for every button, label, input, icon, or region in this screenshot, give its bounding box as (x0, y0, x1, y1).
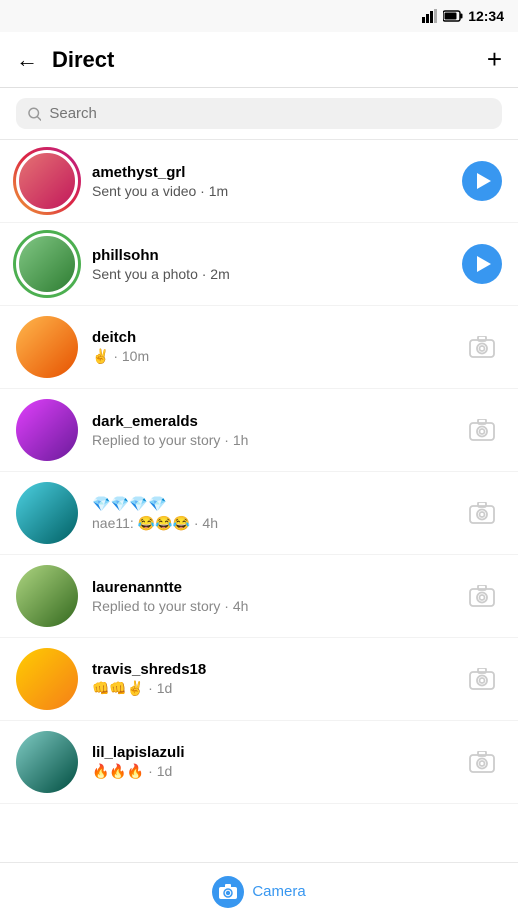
header: ← Direct + (0, 32, 518, 88)
message-preview: nae11: 😂😂😂 · 4h (92, 515, 448, 532)
message-username: amethyst_grl (92, 164, 448, 181)
message-content: amethyst_grl Sent you a video · 1m (92, 164, 448, 199)
avatar (16, 731, 78, 793)
avatar-wrap (16, 233, 78, 295)
message-preview: Replied to your story · 4h (92, 598, 448, 614)
avatar-wrap (16, 648, 78, 710)
camera-icon (469, 336, 495, 358)
message-username: deitch (92, 329, 448, 346)
list-item[interactable]: phillsohn Sent you a photo · 2m (0, 223, 518, 306)
list-item[interactable]: 💎💎💎💎 nae11: 😂😂😂 · 4h (0, 472, 518, 555)
play-button[interactable] (462, 161, 502, 201)
message-preview: Sent you a video · 1m (92, 183, 448, 199)
page-title: Direct (52, 47, 487, 73)
avatar (16, 150, 78, 212)
message-preview: ✌️ · 10m (92, 348, 448, 365)
camera-icon (469, 751, 495, 773)
avatar (16, 482, 78, 544)
message-list: amethyst_grl Sent you a video · 1m phill… (0, 140, 518, 804)
avatar-wrap (16, 482, 78, 544)
camera-icon (219, 884, 237, 899)
message-username: laurenanntte (92, 579, 448, 596)
avatar (16, 399, 78, 461)
message-username: travis_shreds18 (92, 661, 448, 678)
list-item[interactable]: amethyst_grl Sent you a video · 1m (0, 140, 518, 223)
camera-action-icon[interactable] (462, 659, 502, 699)
avatar-wrap (16, 316, 78, 378)
avatar-wrap (16, 150, 78, 212)
avatar (16, 565, 78, 627)
message-preview: Sent you a photo · 2m (92, 266, 448, 282)
list-item[interactable]: deitch ✌️ · 10m (0, 306, 518, 389)
camera-bottom-icon[interactable] (212, 876, 244, 908)
bottom-nav: Camera (0, 862, 518, 920)
message-username: 💎💎💎💎 (92, 495, 448, 513)
message-content: laurenanntte Replied to your story · 4h (92, 579, 448, 614)
message-preview: 👊👊✌️ · 1d (92, 680, 448, 697)
message-content: phillsohn Sent you a photo · 2m (92, 247, 448, 282)
message-content: lil_lapislazuli 🔥🔥🔥 · 1d (92, 744, 448, 780)
message-content: dark_emeralds Replied to your story · 1h (92, 413, 448, 448)
avatar (16, 648, 78, 710)
camera-action-icon[interactable] (462, 576, 502, 616)
camera-icon (469, 668, 495, 690)
search-icon (28, 107, 41, 121)
avatar (16, 233, 78, 295)
list-item[interactable]: lil_lapislazuli 🔥🔥🔥 · 1d (0, 721, 518, 804)
message-preview: 🔥🔥🔥 · 1d (92, 763, 448, 780)
message-content: deitch ✌️ · 10m (92, 329, 448, 365)
status-time: 12:34 (468, 8, 504, 24)
status-bar: 12:34 (0, 0, 518, 32)
back-button[interactable]: ← (16, 47, 38, 73)
camera-action-icon[interactable] (462, 493, 502, 533)
search-input-wrap[interactable] (16, 98, 502, 129)
avatar-wrap (16, 399, 78, 461)
camera-action-icon[interactable] (462, 327, 502, 367)
message-preview: Replied to your story · 1h (92, 432, 448, 448)
camera-label: Camera (252, 883, 305, 900)
avatar (16, 316, 78, 378)
message-username: phillsohn (92, 247, 448, 264)
camera-icon (469, 585, 495, 607)
message-content: travis_shreds18 👊👊✌️ · 1d (92, 661, 448, 697)
list-item[interactable]: dark_emeralds Replied to your story · 1h (0, 389, 518, 472)
status-icons: 12:34 (422, 8, 504, 24)
avatar-wrap (16, 565, 78, 627)
list-item[interactable]: travis_shreds18 👊👊✌️ · 1d (0, 638, 518, 721)
search-input[interactable] (49, 105, 490, 122)
camera-icon (469, 502, 495, 524)
camera-action-icon[interactable] (462, 742, 502, 782)
camera-icon (469, 419, 495, 441)
camera-action-icon[interactable] (462, 410, 502, 450)
play-button[interactable] (462, 244, 502, 284)
message-content: 💎💎💎💎 nae11: 😂😂😂 · 4h (92, 495, 448, 532)
message-username: dark_emeralds (92, 413, 448, 430)
search-bar (0, 88, 518, 140)
avatar-wrap (16, 731, 78, 793)
battery-icon (443, 10, 463, 22)
message-username: lil_lapislazuli (92, 744, 448, 761)
list-item[interactable]: laurenanntte Replied to your story · 4h (0, 555, 518, 638)
signal-icon (422, 9, 438, 23)
new-message-button[interactable]: + (487, 44, 502, 75)
